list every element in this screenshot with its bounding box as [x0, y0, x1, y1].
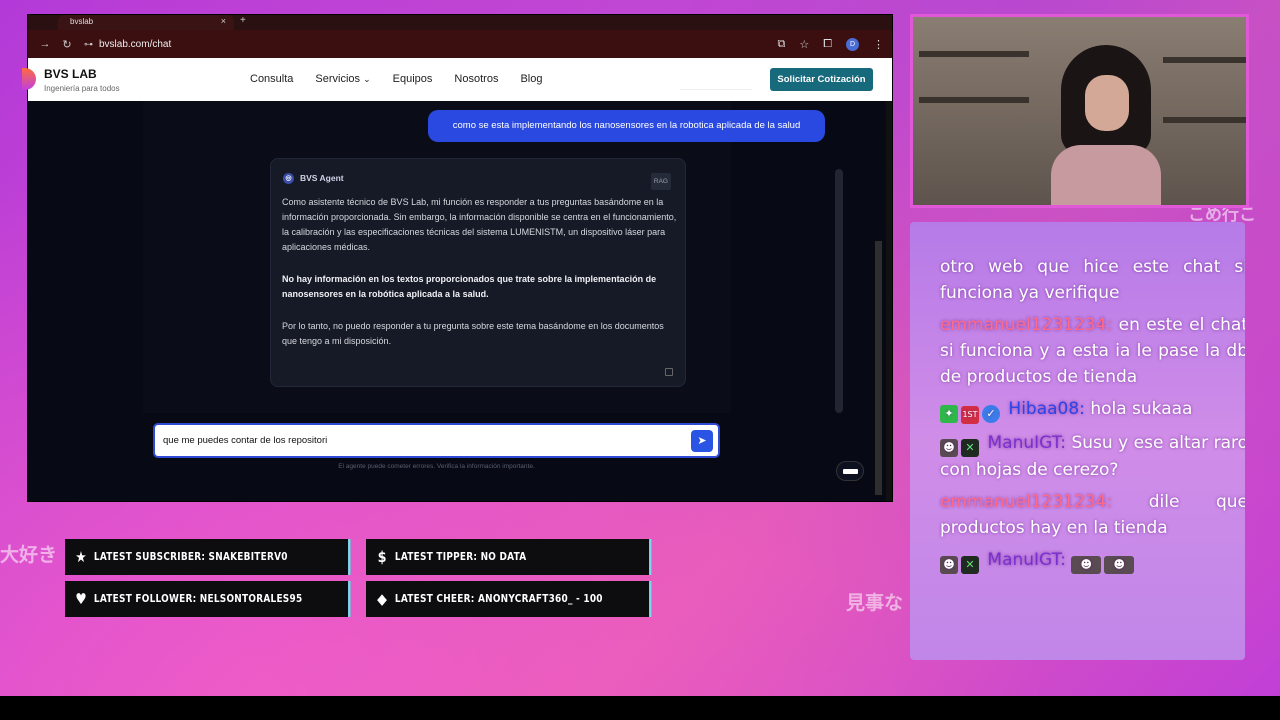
brand-tagline: Ingeniería para todos	[44, 84, 120, 93]
bookmark-star-icon[interactable]: ☆	[799, 38, 809, 51]
translate-icon[interactable]: ⧉	[777, 38, 785, 51]
overlay-jp-text-left: 大好き	[0, 544, 58, 566]
streamer-body	[1051, 145, 1161, 205]
stream-chat-messages: otro web que hice este chat si funciona …	[940, 254, 1245, 580]
streamer-face	[1085, 75, 1129, 131]
send-icon: ➤	[697, 435, 707, 447]
request-quote-button[interactable]: Solicitar Cotización	[770, 68, 873, 91]
nav-servicios-label: Servicios	[315, 73, 361, 85]
url-text: bvslab.com/chat	[99, 38, 172, 50]
x-badge-icon: ✕	[961, 556, 979, 574]
chat-username[interactable]: Hibaa08:	[1008, 399, 1085, 419]
heart-icon: ♥	[75, 590, 87, 608]
nav-servicios[interactable]: Servicios ⌄	[315, 73, 370, 85]
chat-username[interactable]: ManuIGT:	[987, 433, 1065, 453]
brand-logo-icon	[22, 68, 36, 90]
latest-follower-widget: ♥ LATEST FOLLOWER: NELSONTORALES95	[65, 581, 351, 617]
site-nav: Consulta Servicios ⌄ Equipos Nosotros Bl…	[250, 73, 542, 85]
webcam-shelf	[1163, 57, 1246, 63]
chat-message: emmanuel1231234: en este el chat si func…	[940, 312, 1245, 390]
chat-message: emmanuel1231234: dile que productos hay …	[940, 489, 1245, 541]
moderator-badge-icon: ✦	[940, 405, 958, 423]
agent-paragraph-3: Por lo tanto, no puedo responder a tu pr…	[282, 321, 664, 346]
latest-subscriber-text: LATEST SUBSCRIBER: SNAKEBITERV0	[93, 551, 288, 563]
header-search-field[interactable]	[680, 70, 752, 90]
chat-username[interactable]: emmanuel1231234:	[940, 315, 1112, 335]
stream-chat-panel: otro web que hice este chat si funciona …	[910, 222, 1245, 660]
latest-cheer-widget: ◆ LATEST CHEER: ANONYCRAFT360_ - 100	[366, 581, 652, 617]
address-bar: → ↻ ⊶ bvslab.com/chat ⧉ ☆ ⧠ D ⋮	[28, 30, 892, 58]
chat-message: ☻ ✕ ManuIGT: Susu y ese altar raro con ho…	[940, 430, 1245, 483]
emote-icon: ☻	[1071, 556, 1102, 574]
forward-icon[interactable]: →	[34, 38, 56, 50]
message-input[interactable]	[163, 435, 683, 446]
chat-message: otro web que hice este chat si funciona …	[940, 254, 1245, 306]
url-field[interactable]: ⊶ bvslab.com/chat	[84, 39, 171, 50]
webcam-shelf	[919, 97, 1029, 103]
webcam-feed	[910, 14, 1249, 208]
chat-message-text: Susu y ese altar raro con hojas de cerez…	[940, 433, 1245, 480]
message-composer: ➤	[153, 423, 720, 458]
tab-strip: bvslab × +	[28, 15, 892, 30]
webcam-shelf	[1163, 117, 1246, 123]
latest-subscriber-widget: ★ LATEST SUBSCRIBER: SNAKEBITERV0	[65, 539, 351, 575]
agent-paragraph-1: Como asistente técnico de BVS Lab, mi fu…	[282, 197, 677, 252]
chat-message: ✦ 1ST ✓ Hibaa08: hola sukaaa	[940, 396, 1245, 424]
star-icon: ★	[75, 548, 87, 566]
chat-page: como se esta implementando los nanosenso…	[28, 101, 886, 501]
agent-response-card: ◎ BVS Agent RAG Como asistente técnico d…	[270, 158, 686, 387]
page-scrollbar[interactable]	[875, 241, 882, 495]
copy-icon[interactable]	[665, 368, 673, 376]
streamer	[1051, 45, 1161, 205]
floating-widget-button[interactable]	[836, 461, 864, 481]
webcam-shelf	[919, 51, 1029, 57]
chevron-down-icon: ⌄	[363, 74, 371, 84]
browser-window: bvslab × + → ↻ ⊶ bvslab.com/chat ⧉ ☆ ⧠ D…	[22, 15, 892, 501]
chat-column: como se esta implementando los nanosenso…	[143, 101, 843, 413]
send-button[interactable]: ➤	[691, 430, 713, 452]
nav-equipos[interactable]: Equipos	[393, 73, 433, 85]
agent-avatar-icon: ◎	[283, 173, 294, 184]
profile-avatar[interactable]: D	[846, 37, 859, 51]
overlay-jp-text-right-mid: 見事な	[846, 592, 904, 614]
diamond-icon: ◆	[377, 590, 388, 608]
chat-message: ☻ ✕ ManuIGT: ☻ ☻	[940, 547, 1245, 574]
disclaimer-text: El agente puede cometer errores. Verific…	[338, 463, 535, 470]
reload-icon[interactable]: ↻	[56, 38, 78, 51]
dollar-icon: $	[377, 548, 387, 566]
first-chat-badge-icon: 1ST	[961, 406, 979, 424]
tab-close-icon[interactable]: ×	[221, 16, 226, 26]
verified-badge-icon: ✓	[982, 405, 1000, 423]
chat-username[interactable]: emmanuel1231234:	[940, 492, 1112, 512]
chat-message-text: otro web que hice este chat si funciona …	[940, 257, 1245, 303]
tab-title: bvslab	[70, 17, 94, 26]
new-tab-button[interactable]: +	[240, 15, 246, 26]
chat-username[interactable]: ManuIGT:	[987, 550, 1065, 570]
site-header: BVS LAB Ingeniería para todos Consulta S…	[22, 58, 892, 101]
nav-blog[interactable]: Blog	[520, 73, 542, 85]
rag-badge: RAG	[650, 173, 671, 190]
subscriber-badge-icon: ☻	[940, 439, 958, 457]
menu-kebab-icon[interactable]: ⋮	[873, 38, 884, 51]
x-badge-icon: ✕	[961, 439, 979, 457]
extensions-icon[interactable]: ⧠	[823, 38, 832, 51]
site-info-icon[interactable]: ⊶	[84, 39, 93, 50]
emote-icon: ☻	[1104, 556, 1135, 574]
agent-paragraph-2: No hay información en los textos proporc…	[282, 274, 657, 299]
subscriber-badge-icon: ☻	[940, 556, 958, 574]
chat-scrollbar[interactable]	[835, 169, 843, 413]
nav-consulta[interactable]: Consulta	[250, 73, 293, 85]
agent-name: BVS Agent	[300, 173, 344, 183]
agent-header: ◎ BVS Agent	[283, 171, 344, 186]
latest-tipper-widget: $ LATEST TIPPER: NO DATA	[366, 539, 652, 575]
bottom-black-bar	[0, 696, 1280, 720]
latest-follower-text: LATEST FOLLOWER: NELSONTORALES95	[93, 593, 303, 605]
brand-title[interactable]: BVS LAB	[44, 67, 97, 81]
chat-message-text: hola sukaaa	[1090, 399, 1193, 419]
latest-tipper-text: LATEST TIPPER: NO DATA	[394, 551, 527, 563]
user-message-bubble: como se esta implementando los nanosenso…	[428, 110, 825, 142]
browser-tab[interactable]: bvslab ×	[58, 15, 234, 30]
nav-nosotros[interactable]: Nosotros	[454, 73, 498, 85]
latest-cheer-text: LATEST CHEER: ANONYCRAFT360_ - 100	[394, 593, 603, 605]
